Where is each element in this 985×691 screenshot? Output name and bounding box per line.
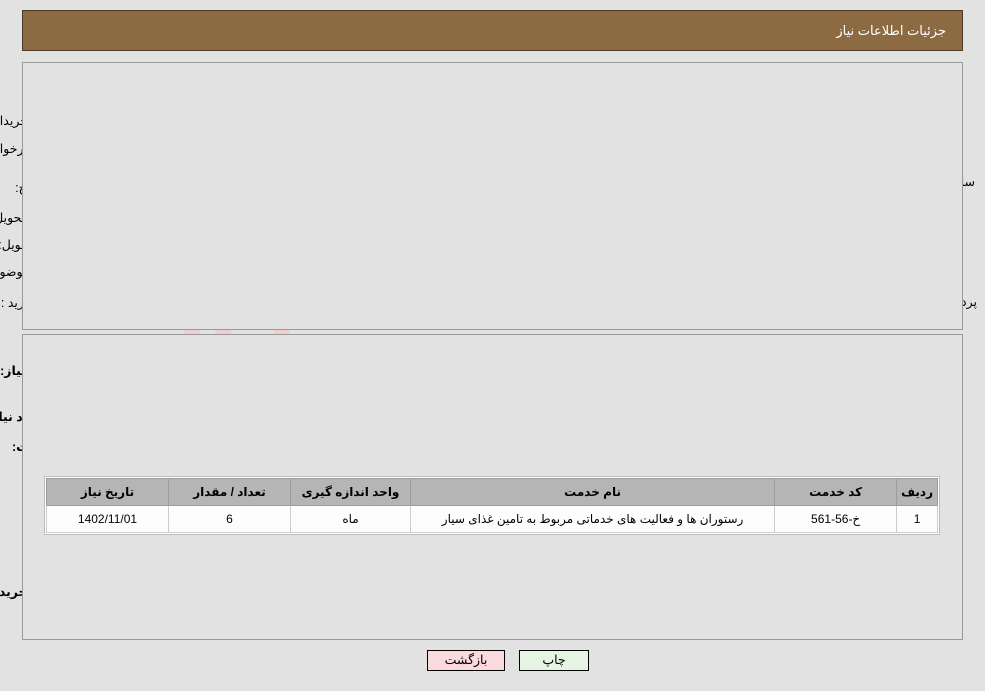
th-date: تاریخ نیاز xyxy=(46,478,169,506)
page-title: جزئیات اطلاعات نیاز xyxy=(836,22,946,38)
services-table: ردیف کد خدمت نام خدمت واحد اندازه گیری ت… xyxy=(46,478,938,533)
cell-quantity: 6 xyxy=(168,505,291,533)
table-row: 1 خ-56-561 رستوران ها و فعالیت های خدمات… xyxy=(46,505,938,533)
cell-date: 1402/11/01 xyxy=(46,505,169,533)
need-info-panel xyxy=(22,62,963,330)
print-button[interactable]: چاپ xyxy=(519,650,589,671)
table-header-row: ردیف کد خدمت نام خدمت واحد اندازه گیری ت… xyxy=(46,478,938,506)
page-header: جزئیات اطلاعات نیاز xyxy=(22,10,963,51)
cell-code: خ-56-561 xyxy=(774,505,898,533)
cell-radif: 1 xyxy=(896,505,938,533)
cell-unit: ماه xyxy=(290,505,411,533)
th-name: نام خدمت xyxy=(409,478,776,506)
cell-name: رستوران ها و فعالیت های خدماتی مربوط به … xyxy=(409,505,776,533)
page-root: AriaTender.net جزئیات اطلاعات نیاز شماره… xyxy=(0,0,985,691)
th-radif: ردیف xyxy=(896,478,938,506)
th-quantity: تعداد / مقدار xyxy=(168,478,291,506)
th-code: کد خدمت xyxy=(774,478,898,506)
back-button[interactable]: بازگشت xyxy=(427,650,505,671)
th-unit: واحد اندازه گیری xyxy=(290,478,411,506)
services-table-wrapper: ردیف کد خدمت نام خدمت واحد اندازه گیری ت… xyxy=(44,476,940,535)
